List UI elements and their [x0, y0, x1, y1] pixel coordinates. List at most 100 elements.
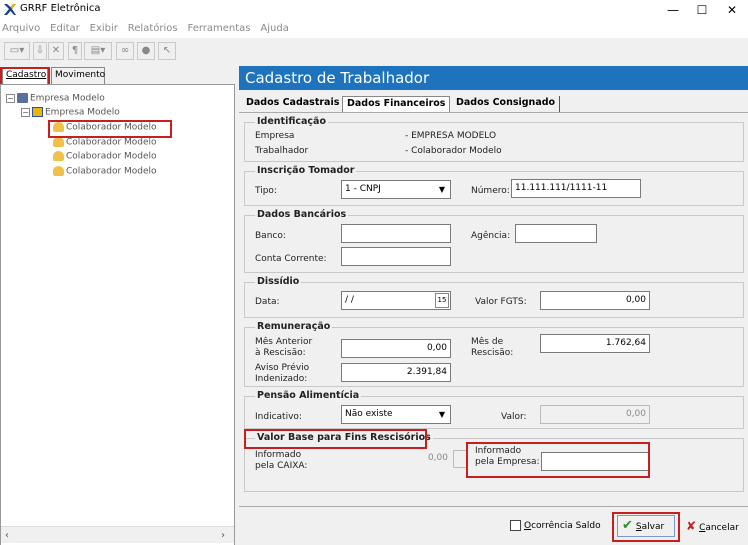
user-icon — [53, 166, 64, 176]
pensao-valor-label: Valor: — [501, 412, 527, 422]
mes-rescisao-label-1: Mês de — [471, 337, 504, 347]
mes-rescisao-label-2: Rescisão: — [471, 348, 514, 358]
trabalhador-value: - Colaborador Modelo — [405, 146, 502, 156]
worker-form-panel: Cadastro de Trabalhador Dados Cadastrais… — [239, 66, 748, 545]
group-identificacao-title: Identificação — [255, 116, 328, 127]
highlight-worker — [48, 120, 172, 138]
calendar-icon[interactable]: 15 — [435, 293, 449, 308]
empresa-value: - EMPRESA MODELO — [405, 131, 497, 141]
menu-ferramentas[interactable]: Ferramentas — [187, 23, 250, 34]
group-dados-bancarios: Dados Bancários Banco: Agência: Conta Co… — [244, 209, 744, 273]
scroll-left-icon[interactable]: ‹ — [5, 530, 9, 541]
chevron-down-icon[interactable]: ▼ — [435, 182, 449, 197]
fgts-label: Valor FGTS: — [475, 297, 527, 307]
minimize-button[interactable]: — — [658, 0, 688, 20]
tab-dados-consignado[interactable]: Dados Consignado — [452, 96, 561, 112]
window-title: GRRF Eletrônica — [20, 3, 101, 14]
group-dissidio-title: Dissídio — [255, 276, 302, 287]
print-icon[interactable]: ▤▾ — [84, 42, 112, 60]
tree-company[interactable]: − Empresa Modelo — [21, 107, 120, 118]
import-icon[interactable]: ⇩ — [33, 42, 47, 60]
binoculars-icon[interactable]: ∞ — [116, 42, 134, 60]
caixa-label-1: Informado — [255, 450, 302, 460]
cancelar-label: ancelar — [705, 523, 739, 533]
mes-rescisao-input[interactable]: 1.762,64 — [540, 334, 650, 353]
caixa-input[interactable]: 0,00 — [341, 450, 451, 469]
tab-dados-cadastrais[interactable]: Dados Cadastrais — [242, 96, 345, 112]
data-input[interactable]: / / 15 — [341, 291, 451, 310]
highlight-valor-base-title — [244, 429, 427, 449]
tree-root[interactable]: − Empresa Modelo — [6, 93, 105, 104]
banco-label: Banco: — [255, 231, 286, 241]
agencia-input[interactable] — [515, 224, 597, 243]
chevron-down-icon[interactable]: ▼ — [435, 407, 449, 422]
delete-icon[interactable]: ✕ — [48, 42, 64, 60]
menu-ajuda[interactable]: Ajuda — [260, 23, 288, 34]
horizontal-scrollbar[interactable]: ‹ › — [1, 526, 234, 543]
group-identificacao: Identificação Empresa - EMPRESA MODELO T… — [244, 116, 744, 162]
tipo-select-value: 1 - CNPJ — [345, 184, 381, 194]
tab-divider — [239, 112, 748, 113]
highlight-empresa-field — [466, 442, 650, 478]
numero-label: Número: — [471, 186, 510, 196]
tree-worker-3[interactable]: Colaborador Modelo — [53, 151, 157, 162]
menu-exibir[interactable]: Exibir — [90, 23, 118, 34]
building-icon — [32, 107, 43, 117]
group-inscricao-tomador: Inscrição Tomador Tipo: 1 - CNPJ ▼ Númer… — [244, 165, 744, 206]
footer-divider — [239, 506, 748, 507]
mes-anterior-input[interactable]: 0,00 — [341, 339, 451, 358]
conta-input[interactable] — [341, 247, 451, 266]
tree-root-label: Empresa Modelo — [30, 93, 105, 104]
tree-worker-2[interactable]: Colaborador Modelo — [53, 137, 157, 148]
highlight-salvar — [612, 512, 680, 542]
tree-worker-label: Colaborador Modelo — [66, 166, 157, 177]
menu-arquivo[interactable]: Arquivo — [2, 23, 40, 34]
help-icon[interactable]: ● — [137, 42, 155, 60]
scroll-right-icon[interactable]: › — [221, 530, 225, 541]
trabalhador-label: Trabalhador — [255, 146, 309, 156]
report-icon[interactable]: ¶ — [68, 42, 82, 60]
empresa-label: Empresa — [255, 131, 295, 141]
menu-relatorios[interactable]: Relatórios — [128, 23, 178, 34]
ocorrencia-label: corrência Saldo — [531, 521, 601, 531]
group-dissidio: Dissídio Data: / / 15 Valor FGTS: 0,00 — [244, 276, 744, 318]
fgts-input[interactable]: 0,00 — [540, 291, 650, 310]
tipo-label: Tipo: — [255, 186, 277, 196]
indicativo-select[interactable]: Não existe ▼ — [341, 405, 451, 424]
group-inscricao-title: Inscrição Tomador — [255, 165, 357, 176]
mes-anterior-label-1: Mês Anterior — [255, 337, 313, 347]
new-document-icon[interactable]: ▭▾ — [4, 42, 30, 60]
pointer-icon[interactable]: ↖ — [158, 42, 176, 60]
tab-movimento[interactable]: Movimento — [51, 67, 105, 84]
data-label: Data: — [255, 297, 280, 307]
group-remuneracao-title: Remuneração — [255, 321, 333, 332]
group-remuneracao: Remuneração Mês Anterior à Rescisão: 0,0… — [244, 321, 744, 387]
cancelar-button[interactable]: ✘ Cancelar — [686, 516, 746, 538]
banco-input[interactable] — [341, 224, 451, 243]
conta-label: Conta Corrente: — [255, 254, 327, 264]
tab-movimento-label: Movimento — [55, 70, 106, 80]
tree-worker-label: Colaborador Modelo — [66, 151, 157, 162]
tree-company-label: Empresa Modelo — [45, 107, 120, 118]
app-logo-icon — [3, 3, 17, 16]
maximize-button[interactable]: ☐ — [687, 0, 717, 20]
x-icon: ✘ — [686, 519, 697, 533]
tipo-select[interactable]: 1 - CNPJ ▼ — [341, 180, 451, 199]
aviso-input[interactable]: 2.391,84 — [341, 363, 451, 382]
menu-editar[interactable]: Editar — [50, 23, 80, 34]
document-icon — [510, 520, 521, 531]
caixa-button[interactable] — [453, 450, 467, 468]
user-icon — [53, 137, 64, 147]
mes-anterior-label-2: à Rescisão: — [255, 348, 306, 358]
pensao-valor-input[interactable]: 0,00 — [540, 405, 650, 424]
group-pensao-alimenticia: Pensão Alimentícia Indicativo: Não exist… — [244, 390, 744, 429]
close-button[interactable]: ✕ — [717, 0, 747, 20]
page-title: Cadastro de Trabalhador — [239, 66, 748, 90]
tree-worker-4[interactable]: Colaborador Modelo — [53, 166, 157, 177]
toolbar: ▭▾ ⇩ ✕ ¶ ▤▾ ∞ ● ↖ — [0, 40, 748, 64]
aviso-label-2: Indenizado: — [255, 374, 308, 384]
numero-input[interactable]: 11.111.111/1111-11 — [511, 179, 641, 198]
tab-dados-financeiros[interactable]: Dados Financeiros — [342, 96, 451, 112]
indicativo-label: Indicativo: — [255, 412, 302, 422]
ocorrencia-saldo-button[interactable]: Ocorrência Saldo — [510, 516, 608, 538]
